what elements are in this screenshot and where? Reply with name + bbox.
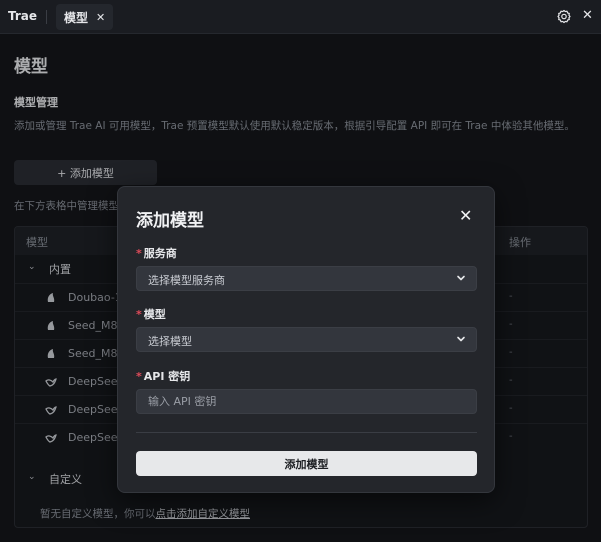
dialog-title: 添加模型 (136, 211, 204, 231)
dialog-divider (136, 432, 477, 433)
submit-add-model-button[interactable]: 添加模型 (136, 451, 477, 476)
chevron-down-icon (457, 275, 465, 281)
api-key-label: * API 密钥 (136, 368, 190, 384)
tab-models[interactable]: 模型 ✕ (56, 4, 114, 30)
provider-select[interactable]: 选择模型服务商 (136, 266, 477, 291)
tab-divider (46, 10, 47, 24)
top-tab-bar: Trae 模型 ✕ ✕ (0, 0, 601, 34)
api-key-input[interactable] (136, 389, 477, 414)
gear-icon[interactable] (556, 9, 572, 25)
app-brand: Trae (8, 9, 38, 23)
close-icon[interactable]: ✕ (459, 206, 472, 225)
required-mark: * (136, 370, 142, 383)
model-select[interactable]: 选择模型 (136, 327, 477, 352)
provider-label-text: 服务商 (143, 247, 177, 260)
provider-label: * 服务商 (136, 245, 177, 261)
required-mark: * (136, 247, 142, 260)
chevron-down-icon (457, 336, 465, 342)
api-key-label-text: API 密钥 (143, 370, 191, 383)
tab-models-label: 模型 (64, 10, 89, 25)
model-label: * 模型 (136, 306, 166, 322)
required-mark: * (136, 308, 142, 321)
model-label-text: 模型 (143, 308, 166, 321)
add-model-dialog: 添加模型 ✕ *服务商 选择模型服务商 *模型 选择模型 *API 密钥 添加模… (117, 186, 495, 493)
provider-select-placeholder: 选择模型服务商 (148, 274, 225, 287)
tab-close-icon[interactable]: ✕ (96, 11, 105, 24)
close-panel-icon[interactable]: ✕ (582, 8, 593, 23)
model-select-placeholder: 选择模型 (148, 335, 192, 348)
